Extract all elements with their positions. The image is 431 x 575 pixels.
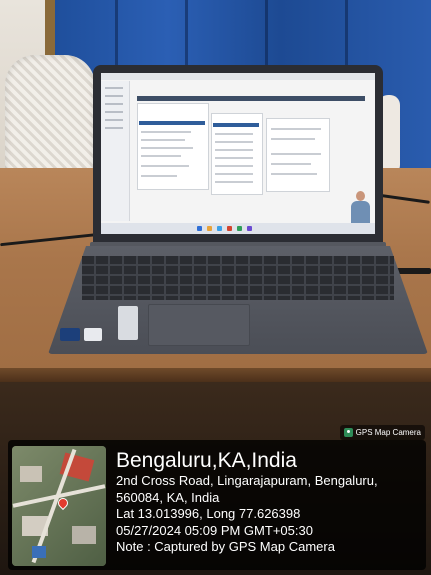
taskbar [101, 223, 375, 234]
qr-sticker [118, 306, 138, 340]
touchpad [148, 304, 250, 346]
keyboard [82, 256, 394, 300]
desk-edge [0, 368, 431, 382]
timestamp: 05/27/2024 05:09 PM GMT+05:30 [116, 522, 313, 538]
badge-label: GPS Map Camera [355, 428, 421, 437]
address-line: 560084, KA, India [116, 489, 220, 505]
map-pin-icon [343, 428, 353, 437]
spec-sticker [84, 328, 102, 341]
geotag-info: Bengaluru,KA,India 2nd Cross Road, Linga… [116, 448, 422, 556]
capture-note: Note : Captured by GPS Map Camera [116, 539, 335, 554]
address-line: 2nd Cross Road, Lingarajapuram, Bengalur… [116, 473, 378, 488]
laptop-screen [101, 73, 375, 234]
coordinates: Lat 13.013996, Long 77.626398 [116, 506, 301, 521]
processor-sticker [60, 328, 80, 341]
location-title: Bengaluru,KA,India [116, 449, 297, 472]
webcam-person [349, 191, 371, 223]
gps-camera-badge: GPS Map Camera [339, 425, 425, 440]
map-thumbnail [12, 446, 106, 566]
chair-back-left [5, 55, 95, 175]
